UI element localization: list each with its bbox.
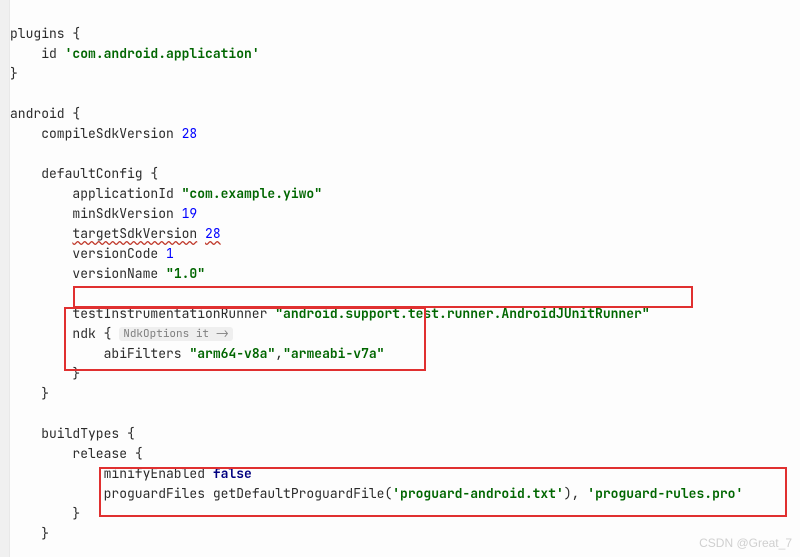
string: 'proguard-rules.pro' (587, 485, 743, 502)
code-line: } (10, 65, 18, 82)
keyword: abiFilters (104, 345, 182, 362)
paren: ), (564, 485, 580, 502)
number-warning: 28 (205, 225, 221, 242)
func-call: getDefaultProguardFile( (213, 485, 392, 502)
blank-line (10, 145, 18, 162)
string: "android.support.test.runner.AndroidJUni… (275, 305, 649, 322)
keyword: ndk (72, 325, 95, 342)
keyword: buildTypes (41, 425, 119, 442)
string: 'proguard-android.txt' (392, 485, 564, 502)
keyword: versionName (72, 265, 158, 282)
string: "armeabi-v7a" (283, 345, 384, 362)
code-line: minifyEnabled false (10, 465, 252, 482)
code-line: id 'com.android.application' (10, 45, 260, 62)
keyword: defaultConfig (41, 165, 142, 182)
watermark: CSDN @Great_7 (699, 533, 792, 553)
code-line: plugins { (10, 25, 80, 42)
code-line: proguardFiles getDefaultProguardFile('pr… (10, 485, 743, 502)
string: 'com.android.application' (65, 45, 260, 62)
keyword: plugins (10, 25, 65, 42)
string: "arm64-v8a" (189, 345, 275, 362)
editor-gutter (0, 0, 10, 557)
code-line: } (10, 385, 49, 402)
comma: , (275, 345, 283, 362)
string: "1.0" (166, 265, 205, 282)
code-line: testInstrumentationRunner "android.suppo… (10, 305, 650, 322)
code-line: } (10, 505, 80, 522)
code-line: } (10, 365, 80, 382)
code-line: versionName "1.0" (10, 265, 205, 282)
number: 19 (182, 205, 198, 222)
keyword: versionCode (72, 245, 158, 262)
blank-line (10, 405, 18, 422)
code-line: applicationId "com.example.yiwo" (10, 185, 322, 202)
number: 28 (182, 125, 198, 142)
keyword: id (41, 45, 57, 62)
keyword: minifyEnabled (104, 465, 205, 482)
keyword-warning: targetSdkVersion (72, 225, 197, 242)
code-area: plugins { id 'com.android.application' }… (10, 4, 796, 544)
keyword: release (72, 445, 127, 462)
code-line: compileSdkVersion 28 (10, 125, 197, 142)
inlay-hint: NdkOptions it -> (119, 327, 233, 341)
string: "com.example.yiwo" (182, 185, 322, 202)
code-line: defaultConfig { (10, 165, 158, 182)
code-line: } (10, 525, 49, 542)
code-line: targetSdkVersion 28 (10, 225, 221, 242)
code-line: release { (10, 445, 143, 462)
code-line: ndk { NdkOptions it -> (10, 325, 233, 342)
keyword: applicationId (72, 185, 173, 202)
code-line: buildTypes { (10, 425, 135, 442)
blank-line (10, 285, 18, 302)
number: 1 (166, 245, 174, 262)
keyword: testInstrumentationRunner (72, 305, 267, 322)
blank-line (10, 85, 18, 102)
code-line: abiFilters "arm64-v8a","armeabi-v7a" (10, 345, 384, 362)
keyword: android (10, 105, 65, 122)
keyword: proguardFiles (104, 485, 205, 502)
code-line: versionCode 1 (10, 245, 174, 262)
boolean: false (213, 465, 252, 482)
keyword: minSdkVersion (72, 205, 173, 222)
code-line: android { (10, 105, 80, 122)
code-line: minSdkVersion 19 (10, 205, 197, 222)
keyword: compileSdkVersion (41, 125, 174, 142)
